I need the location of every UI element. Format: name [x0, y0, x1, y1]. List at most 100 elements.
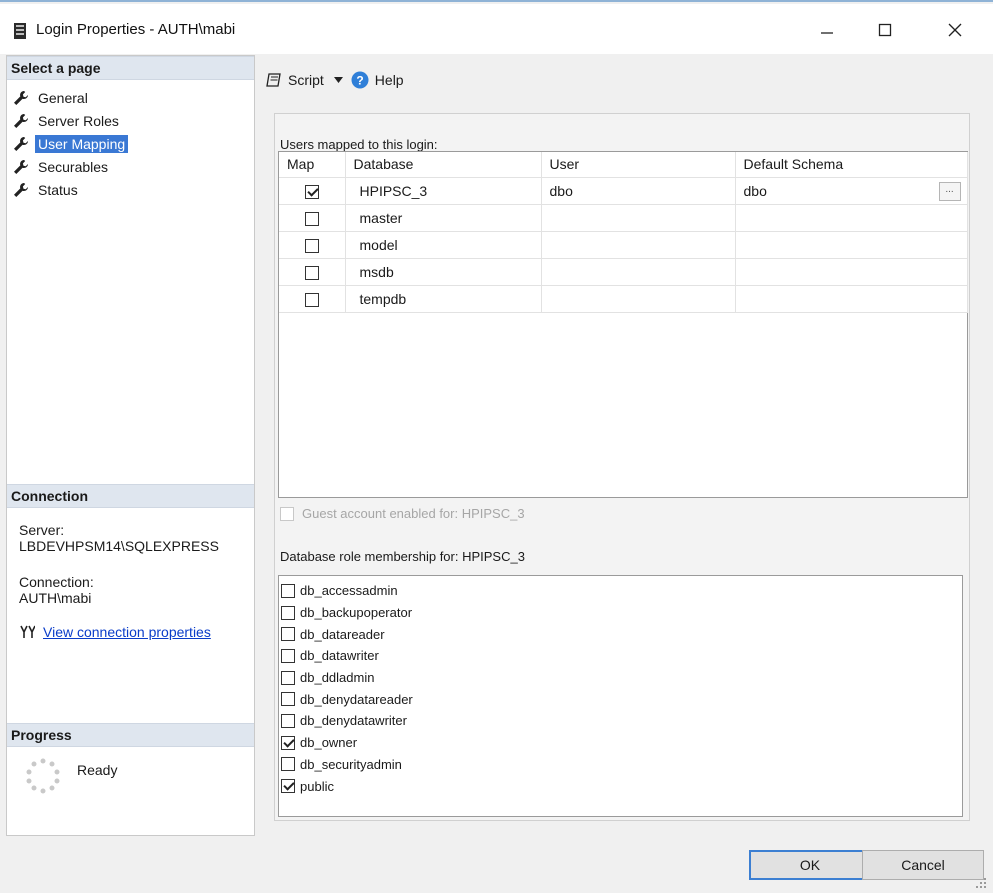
users-mapped-grid[interactable]: Map Database User Default Schema HPIPSC_…	[278, 151, 968, 498]
role-checkbox[interactable]	[281, 605, 295, 620]
progress-spinner-icon	[26, 758, 60, 794]
role-item-public[interactable]: public	[281, 775, 962, 797]
minimize-button[interactable]	[804, 10, 850, 50]
guest-account-checkbox	[280, 506, 294, 521]
schema-cell[interactable]	[735, 258, 968, 286]
page-label: User Mapping	[35, 134, 129, 153]
app-icon	[14, 23, 26, 39]
role-item-db-securityadmin[interactable]: db_securityadmin	[281, 754, 962, 776]
toolbar: Script ? Help	[266, 67, 404, 93]
role-checkbox[interactable]	[281, 627, 295, 642]
role-checkbox[interactable]	[281, 779, 295, 794]
role-item-db-accessadmin[interactable]: db_accessadmin	[281, 580, 962, 602]
script-button[interactable]: Script	[266, 72, 351, 88]
user-cell[interactable]	[541, 285, 736, 313]
role-checkbox[interactable]	[281, 648, 295, 663]
minimize-icon	[821, 32, 833, 34]
table-row[interactable]: model	[279, 231, 968, 259]
map-checkbox[interactable]	[304, 211, 319, 226]
role-item-db-backupoperator[interactable]: db_backupoperator	[281, 602, 962, 624]
map-checkbox[interactable]	[304, 184, 319, 199]
progress-header: Progress	[7, 723, 254, 747]
schema-value: dbo	[743, 182, 767, 199]
role-label: db_datawriter	[300, 648, 379, 664]
role-item-db-datareader[interactable]: db_datareader	[281, 623, 962, 645]
script-label: Script	[288, 72, 324, 88]
role-item-db-datawriter[interactable]: db_datawriter	[281, 645, 962, 667]
page-item-user-mapping[interactable]: User Mapping	[13, 132, 243, 155]
role-checkbox[interactable]	[281, 583, 295, 598]
role-checkbox[interactable]	[281, 692, 295, 707]
user-cell[interactable]	[541, 204, 736, 232]
maximize-button[interactable]	[862, 10, 908, 50]
table-row[interactable]: HPIPSC_3 dbo dbo...	[279, 177, 968, 205]
schema-cell[interactable]	[735, 204, 968, 232]
close-button[interactable]	[932, 10, 978, 50]
help-button[interactable]: ? Help	[351, 71, 404, 89]
table-row[interactable]: tempdb	[279, 285, 968, 313]
role-label: db_ddladmin	[300, 670, 375, 686]
ok-button[interactable]: OK	[749, 850, 871, 880]
page-item-general[interactable]: General	[13, 86, 243, 109]
server-info: Server: LBDEVHPSM14\SQLEXPRESS	[19, 522, 219, 554]
connection-icon	[20, 625, 35, 638]
role-membership-label: Database role membership for: HPIPSC_3	[280, 549, 525, 564]
page-label: Status	[38, 181, 78, 198]
cancel-button[interactable]: Cancel	[862, 850, 984, 880]
wrench-icon	[14, 182, 28, 197]
resize-grip-icon[interactable]	[975, 877, 987, 889]
role-item-db-denydatareader[interactable]: db_denydatareader	[281, 688, 962, 710]
map-cell	[279, 231, 346, 259]
user-cell[interactable]: dbo	[541, 177, 736, 205]
right-pane: Script ? Help Users mapped to this login…	[258, 55, 987, 836]
map-cell	[279, 204, 346, 232]
role-label: db_owner	[300, 735, 358, 751]
map-checkbox[interactable]	[304, 265, 319, 280]
progress-status: Ready	[77, 762, 118, 778]
grid-header-row: Map Database User Default Schema	[279, 152, 968, 178]
help-label: Help	[374, 72, 404, 88]
role-item-db-ddladmin[interactable]: db_ddladmin	[281, 667, 962, 689]
map-cell	[279, 285, 346, 313]
column-header-database: Database	[345, 152, 542, 178]
browse-schema-button[interactable]: ...	[938, 181, 961, 201]
map-checkbox[interactable]	[304, 238, 319, 253]
role-label: db_denydatareader	[300, 691, 413, 707]
user-cell[interactable]	[541, 231, 736, 259]
role-checkbox[interactable]	[281, 757, 295, 772]
svg-text:?: ?	[356, 74, 363, 88]
select-page-header: Select a page	[7, 56, 254, 80]
server-value: LBDEVHPSM14\SQLEXPRESS	[19, 538, 219, 554]
table-row[interactable]: master	[279, 204, 968, 232]
connection-header: Connection	[7, 484, 254, 508]
column-header-default-schema: Default Schema	[735, 152, 968, 178]
schema-cell[interactable]: dbo...	[735, 177, 968, 205]
role-label: db_securityadmin	[300, 756, 402, 772]
role-item-db-owner[interactable]: db_owner	[281, 732, 962, 754]
map-checkbox[interactable]	[304, 292, 319, 307]
window-title: Login Properties - AUTH\mabi	[36, 21, 236, 38]
chevron-down-icon[interactable]	[333, 77, 343, 83]
column-header-map: Map	[279, 152, 346, 178]
database-cell: msdb	[345, 258, 542, 286]
page-label: Securables	[38, 158, 109, 175]
schema-cell[interactable]	[735, 285, 968, 313]
role-item-db-denydatawriter[interactable]: db_denydatawriter	[281, 710, 962, 732]
role-label: db_accessadmin	[300, 583, 398, 599]
role-checkbox[interactable]	[281, 735, 295, 750]
wrench-icon	[14, 136, 28, 151]
page-item-server-roles[interactable]: Server Roles	[13, 109, 243, 132]
schema-cell[interactable]	[735, 231, 968, 259]
table-row[interactable]: msdb	[279, 258, 968, 286]
user-cell[interactable]	[541, 258, 736, 286]
page-item-securables[interactable]: Securables	[13, 155, 243, 178]
view-connection-properties-link[interactable]: View connection properties	[43, 624, 211, 640]
server-label: Server:	[19, 522, 65, 538]
database-cell: tempdb	[345, 285, 542, 313]
role-label: db_denydatawriter	[300, 713, 407, 729]
page-item-status[interactable]: Status	[13, 178, 243, 201]
guest-account-label: Guest account enabled for: HPIPSC_3	[302, 506, 525, 521]
page-label: General	[38, 89, 88, 106]
role-checkbox[interactable]	[281, 670, 295, 685]
role-checkbox[interactable]	[281, 713, 295, 728]
